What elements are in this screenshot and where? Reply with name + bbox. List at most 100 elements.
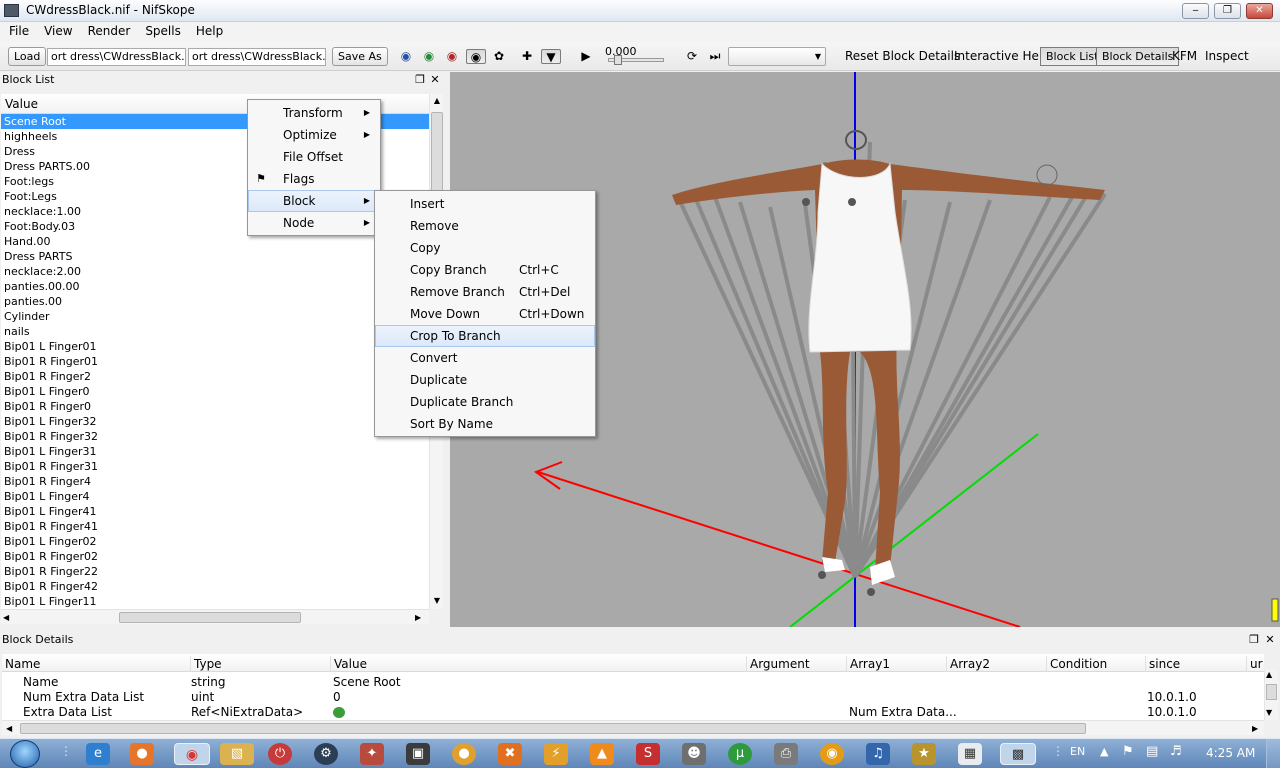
details-vertical-scrollbar[interactable]: ▲ ▼ xyxy=(1264,670,1278,720)
scroll-left-arrow[interactable]: ◀ xyxy=(3,610,9,625)
explorer-icon[interactable]: ▧ xyxy=(220,743,254,765)
menu-item-duplicate[interactable]: Duplicate xyxy=(375,369,595,391)
list-item[interactable]: panties.00.00 xyxy=(1,279,429,294)
app-printer-icon[interactable]: ⎙ xyxy=(774,743,798,765)
winamp-icon[interactable]: ▣ xyxy=(406,743,430,765)
media-app-icon[interactable]: ✖ xyxy=(498,743,522,765)
steam-icon[interactable]: ⚙ xyxy=(314,743,338,765)
list-item[interactable]: Bip01 L Finger31 xyxy=(1,444,429,459)
play-icon[interactable]: ▶ xyxy=(578,49,594,64)
footprints-icon[interactable]: ✿ xyxy=(491,49,507,64)
list-item[interactable]: panties.00 xyxy=(1,294,429,309)
table-row[interactable]: Name string Scene Root xyxy=(2,675,1264,690)
scroll-down-arrow[interactable]: ▼ xyxy=(1266,708,1272,717)
vlc-icon[interactable]: ▲ xyxy=(590,743,614,765)
menu-item-optimize[interactable]: Optimize ▶ xyxy=(248,124,380,146)
action-center-flag-icon[interactable]: ⚑ xyxy=(1122,744,1134,759)
close-button[interactable]: ✕ xyxy=(1246,3,1273,19)
menu-item-copy-branch[interactable]: Copy Branch Ctrl+C xyxy=(375,259,595,281)
menu-item-file-offset[interactable]: File Offset xyxy=(248,146,380,168)
view-eye-toggle-icon[interactable]: ◉ xyxy=(466,49,486,64)
time-slider-handle[interactable] xyxy=(614,55,622,65)
list-item[interactable]: Hand.00 xyxy=(1,234,429,249)
step-forward-icon[interactable]: ⏭ xyxy=(707,49,723,64)
menu-item-block[interactable]: Block ▶ xyxy=(248,190,380,212)
menu-view[interactable]: View xyxy=(37,22,80,42)
menu-item-move-down[interactable]: Move Down Ctrl+Down xyxy=(375,303,595,325)
animation-select[interactable]: ▼ xyxy=(728,47,826,66)
column-argument[interactable]: Argument xyxy=(746,656,810,672)
column-ur[interactable]: ur xyxy=(1246,656,1263,672)
list-item[interactable]: nails xyxy=(1,324,429,339)
column-array1[interactable]: Array1 xyxy=(846,656,890,672)
inspect-button[interactable]: Inspect xyxy=(1205,48,1249,65)
menu-item-insert[interactable]: Insert xyxy=(375,193,595,215)
list-item[interactable]: Bip01 R Finger42 xyxy=(1,579,429,594)
app-red-s-icon[interactable]: S xyxy=(636,743,660,765)
hscroll-thumb[interactable] xyxy=(119,612,301,623)
menu-spells[interactable]: Spells xyxy=(138,22,189,42)
network-icon[interactable]: ▤ xyxy=(1146,744,1158,759)
save-path-field[interactable]: ort dress\CWdressBlack.nif xyxy=(188,48,326,66)
scroll-right-arrow[interactable]: ▶ xyxy=(415,610,421,625)
list-item[interactable]: Bip01 L Finger4 xyxy=(1,489,429,504)
menu-item-convert[interactable]: Convert xyxy=(375,347,595,369)
utorrent-icon[interactable]: µ xyxy=(728,743,752,765)
internet-explorer-icon[interactable]: e xyxy=(86,743,110,765)
details-table[interactable]: Name string Scene Root Num Extra Data Li… xyxy=(2,672,1264,720)
menu-item-flags[interactable]: ⚑ Flags xyxy=(248,168,380,190)
list-item[interactable]: Bip01 R Finger4 xyxy=(1,474,429,489)
view-eye-blue-icon[interactable]: ◉ xyxy=(398,49,414,64)
nifskope-taskbar-icon[interactable]: ▩ xyxy=(1000,743,1036,765)
list-item[interactable]: Bip01 L Finger01 xyxy=(1,339,429,354)
move-axis-icon[interactable]: ✚ xyxy=(519,49,535,64)
save-as-button[interactable]: Save As xyxy=(332,47,388,66)
list-item[interactable]: Bip01 R Finger32 xyxy=(1,429,429,444)
menu-item-transform[interactable]: Transform ▶ xyxy=(248,102,380,124)
list-item[interactable]: Bip01 L Finger02 xyxy=(1,534,429,549)
column-array2[interactable]: Array2 xyxy=(946,656,990,672)
list-item[interactable]: Bip01 R Finger01 xyxy=(1,354,429,369)
list-item[interactable]: Bip01 R Finger2 xyxy=(1,369,429,384)
loop-icon[interactable]: ⟳ xyxy=(684,49,700,64)
scroll-thumb[interactable] xyxy=(431,112,443,202)
horizontal-scrollbar[interactable]: ◀ ▶ xyxy=(1,609,429,624)
interactive-help-button[interactable]: Interactive Help xyxy=(954,48,1050,65)
firefox-icon[interactable]: ● xyxy=(130,743,154,765)
list-item[interactable]: Bip01 R Finger02 xyxy=(1,549,429,564)
list-item[interactable]: Bip01 R Finger31 xyxy=(1,459,429,474)
list-item[interactable]: Bip01 L Finger41 xyxy=(1,504,429,519)
start-orb-icon[interactable] xyxy=(10,740,40,768)
details-horizontal-scrollbar[interactable]: ◀ ▶ xyxy=(2,720,1264,735)
menu-item-remove[interactable]: Remove xyxy=(375,215,595,237)
app-gold-icon[interactable]: ★ xyxy=(912,743,936,765)
list-item[interactable]: Bip01 R Finger41 xyxy=(1,519,429,534)
list-item[interactable]: Bip01 L Finger0 xyxy=(1,384,429,399)
menu-file[interactable]: File xyxy=(2,22,37,42)
hscroll-thumb[interactable] xyxy=(20,723,1086,734)
app-cat-icon[interactable]: ☻ xyxy=(682,743,706,765)
list-item[interactable]: Bip01 R Finger0 xyxy=(1,399,429,414)
column-since[interactable]: since xyxy=(1145,656,1180,672)
undock-icon[interactable]: ❐ xyxy=(1248,633,1260,646)
scroll-thumb[interactable] xyxy=(1266,684,1277,700)
undock-icon[interactable]: ❐ xyxy=(414,73,426,86)
view-eye-red-icon[interactable]: ◉ xyxy=(444,49,460,64)
menu-render[interactable]: Render xyxy=(81,22,139,42)
menu-help[interactable]: Help xyxy=(189,22,231,42)
menu-item-sort-by-name[interactable]: Sort By Name xyxy=(375,413,595,435)
list-item[interactable]: Bip01 L Finger11 xyxy=(1,594,429,609)
close-icon[interactable]: ✕ xyxy=(1264,633,1276,646)
list-item[interactable]: Bip01 L Finger32 xyxy=(1,414,429,429)
language-indicator[interactable]: EN xyxy=(1070,745,1085,758)
menu-item-copy[interactable]: Copy xyxy=(375,237,595,259)
list-item[interactable]: Bip01 R Finger22 xyxy=(1,564,429,579)
load-button[interactable]: Load xyxy=(8,47,47,66)
app-red-icon[interactable]: ✦ xyxy=(360,743,384,765)
headphones-icon[interactable]: ♫ xyxy=(866,743,890,765)
app-bolt-icon[interactable]: ⚡ xyxy=(544,743,568,765)
calculator-icon[interactable]: ▦ xyxy=(958,743,982,765)
view-dropdown-icon[interactable]: ▼ xyxy=(541,49,561,64)
scroll-left-arrow[interactable]: ◀ xyxy=(6,721,12,736)
link-icon[interactable] xyxy=(333,707,345,718)
